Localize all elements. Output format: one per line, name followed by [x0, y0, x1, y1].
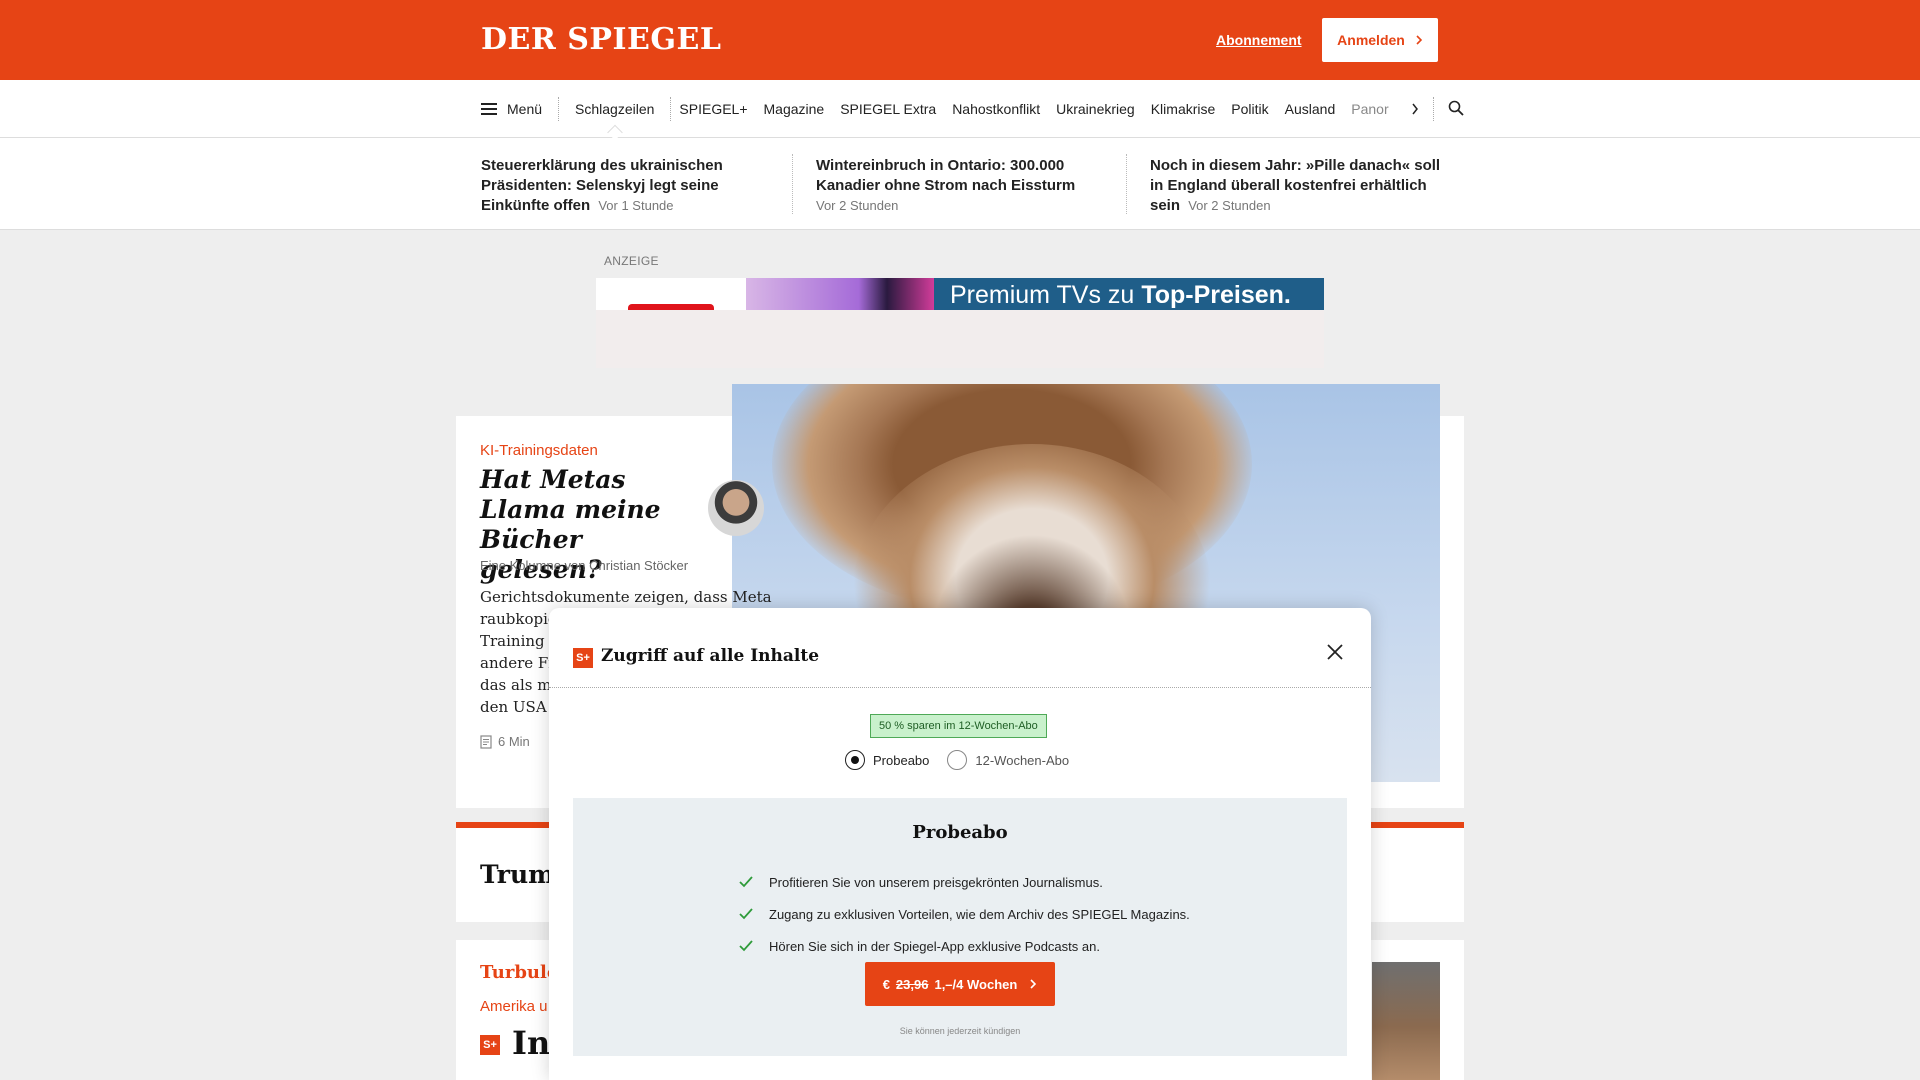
- teaser-title[interactable]: In: [512, 1024, 550, 1062]
- plan-option-label: 12-Wochen-Abo: [975, 752, 1070, 768]
- feature-item: Profitieren Sie von unserem preisgekrönt…: [739, 866, 1190, 898]
- ad-label: ANZEIGE: [604, 254, 659, 268]
- chevron-right-icon: [1416, 35, 1422, 45]
- intro-line: Gerichtsdokumente zeigen, dass Meta: [480, 588, 772, 606]
- nav-item-schlagzeilen[interactable]: Schlagzeilen: [559, 97, 672, 121]
- check-icon: [739, 908, 753, 920]
- check-icon: [739, 940, 753, 952]
- ticker-time: Vor 2 Stunden: [816, 198, 899, 213]
- cta-currency: €: [882, 976, 890, 992]
- search-icon: [1448, 100, 1464, 116]
- top-bar: DER SPIEGEL Abonnement Anmelden: [0, 0, 1920, 80]
- login-label: Anmelden: [1337, 32, 1405, 48]
- ticker-item[interactable]: Noch in diesem Jahr: »Pille danach« soll…: [1150, 156, 1445, 216]
- plan-title: Probeabo: [912, 822, 1008, 843]
- ad-banner[interactable]: Premium TVs zu Top-Preisen.: [596, 278, 1324, 310]
- feature-item: Zugang zu exklusiven Vorteilen, wie dem …: [739, 898, 1190, 930]
- plan-option-label: Probeabo: [873, 752, 930, 768]
- chevron-right-icon: [1412, 103, 1418, 115]
- cta-old-price: 23,96: [895, 976, 929, 992]
- ad-brand-logo: [596, 278, 746, 310]
- reading-time: 6 Min: [480, 734, 530, 749]
- radio-unselected[interactable]: [947, 750, 968, 770]
- feature-text: Hören Sie sich in der Spiegel-App exklus…: [769, 938, 1100, 954]
- reading-time-value: 6 Min: [498, 734, 530, 749]
- ticker-time: Vor 2 Stunden: [1188, 198, 1271, 213]
- search-button[interactable]: [1448, 100, 1464, 119]
- feature-text: Profitieren Sie von unserem preisgekrönt…: [769, 874, 1103, 890]
- teaser-image[interactable]: [1372, 962, 1440, 1080]
- menu-button[interactable]: Menü: [481, 97, 560, 121]
- spiegel-plus-badge: S+: [480, 1035, 500, 1055]
- subscription-link[interactable]: Abonnement: [1216, 32, 1302, 48]
- nav-item[interactable]: SPIEGEL Extra: [832, 101, 944, 117]
- main-nav: Menü Schlagzeilen SPIEGEL+ Magazine SPIE…: [0, 80, 1920, 138]
- divider: [792, 154, 793, 214]
- feature-item: Hören Sie sich in der Spiegel-App exklus…: [739, 930, 1190, 962]
- author-avatar: [708, 480, 764, 536]
- login-button[interactable]: Anmelden: [1322, 18, 1438, 62]
- plan-option-probeabo[interactable]: Probeabo: [845, 750, 929, 770]
- ad-text: Premium TVs zu Top-Preisen.: [934, 278, 1324, 310]
- modal-header: S+ Zugriff auf alle Inhalte: [549, 608, 1371, 688]
- divider: [1126, 154, 1127, 214]
- nav-item[interactable]: Nahostkonflikt: [944, 101, 1048, 117]
- nav-item[interactable]: Magazine: [756, 101, 833, 117]
- ticker-headline: Wintereinbruch in Ontario: 300.000 Kanad…: [816, 157, 1076, 194]
- nav-item[interactable]: Panor: [1343, 101, 1396, 117]
- close-icon[interactable]: [1325, 642, 1345, 662]
- ticker-item[interactable]: Wintereinbruch in Ontario: 300.000 Kanad…: [816, 156, 1116, 216]
- menu-label: Menü: [507, 101, 543, 117]
- radio-selected[interactable]: [845, 750, 865, 770]
- teaser-byline: Eine Kolumne von Christian Stöcker: [480, 558, 689, 573]
- teaser-subkicker[interactable]: Amerika u: [480, 998, 548, 1015]
- nav-scroll-button[interactable]: [1411, 97, 1434, 121]
- subscribe-button[interactable]: € 23,96 1,–/4 Wochen: [865, 962, 1055, 1006]
- feature-list: Profitieren Sie von unserem preisgekrönt…: [739, 866, 1190, 962]
- plan-option-12-wochen[interactable]: 12-Wochen-Abo: [947, 750, 1069, 770]
- chevron-right-icon: [1030, 979, 1037, 989]
- teaser-kicker[interactable]: KI-Trainingsdaten: [480, 442, 598, 459]
- ad-text-bold: Top-Preisen.: [1141, 281, 1291, 309]
- nav-item[interactable]: SPIEGEL+: [671, 101, 755, 117]
- headline-ticker: Steuererklärung des ukrainischen Präside…: [0, 138, 1920, 230]
- cta-new-price: 1,–/4 Wochen: [934, 976, 1018, 992]
- nav-item[interactable]: Ukrainekrieg: [1048, 101, 1143, 117]
- ad-text-regular: Premium TVs zu: [950, 281, 1135, 309]
- savings-badge: 50 % sparen im 12-Wochen-Abo: [870, 714, 1047, 738]
- modal-title: Zugriff auf alle Inhalte: [601, 646, 820, 666]
- plan-details: Probeabo Profitieren Sie von unserem pre…: [573, 798, 1347, 1056]
- paywall-modal: S+ Zugriff auf alle Inhalte 50 % sparen …: [549, 608, 1371, 1080]
- ad-image: [746, 278, 934, 310]
- ticker-item[interactable]: Steuererklärung des ukrainischen Präside…: [481, 156, 781, 216]
- nav-item[interactable]: Ausland: [1277, 101, 1344, 117]
- plan-selector: Probeabo 12-Wochen-Abo: [845, 750, 1069, 770]
- menu-icon: [481, 103, 497, 115]
- ticker-time: Vor 1 Stunde: [598, 198, 674, 213]
- check-icon: [739, 876, 753, 888]
- logo[interactable]: DER SPIEGEL: [481, 22, 721, 57]
- nav-item[interactable]: Klimakrise: [1143, 101, 1224, 117]
- feature-text: Zugang zu exklusiven Vorteilen, wie dem …: [769, 906, 1190, 922]
- cancel-anytime-note: Sie können jederzeit kündigen: [899, 1026, 1021, 1036]
- spiegel-plus-badge: S+: [573, 648, 593, 668]
- reading-time-icon: [480, 734, 492, 749]
- nav-item[interactable]: Politik: [1223, 101, 1276, 117]
